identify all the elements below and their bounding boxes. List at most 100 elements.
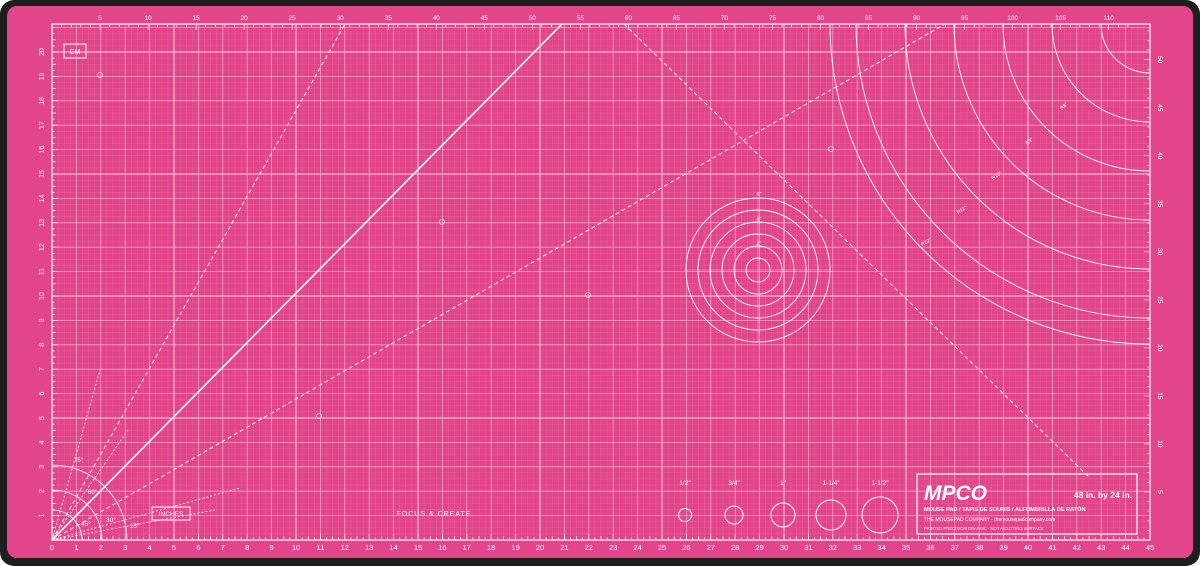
bottom-inch-label: 13 bbox=[365, 543, 373, 552]
bottom-inch-label: 11 bbox=[317, 543, 325, 552]
top-cm-label: 70 bbox=[721, 15, 729, 22]
bottom-inch-label: 30 bbox=[780, 543, 788, 552]
left-inch-label: 18 bbox=[39, 97, 46, 105]
top-cm-label: 20 bbox=[241, 15, 249, 22]
bottom-inch-label: 16 bbox=[438, 543, 446, 552]
bottom-inch-label: 6 bbox=[196, 543, 200, 552]
bottom-inch-label: 37 bbox=[951, 543, 959, 552]
left-inch-label: 19 bbox=[39, 72, 46, 80]
left-inch-label: 12 bbox=[39, 243, 46, 251]
bottom-inch-label: 8 bbox=[245, 543, 249, 552]
size-label-three-quarter: 3/4" bbox=[728, 480, 740, 487]
right-cm-label: 20 bbox=[1156, 344, 1163, 352]
bottom-inch-label: 45 bbox=[1146, 543, 1154, 552]
bottom-inch-label: 38 bbox=[975, 543, 983, 552]
size-label-one-quarter: 1-1/4" bbox=[822, 480, 840, 487]
bottom-inch-label: 9 bbox=[270, 543, 274, 552]
bottom-inch-label: 2 bbox=[99, 543, 103, 552]
top-cm-label: 35 bbox=[385, 15, 393, 22]
grid bbox=[51, 23, 1151, 541]
left-inch-label: 16 bbox=[39, 146, 46, 154]
right-cm-label: 50 bbox=[1156, 56, 1163, 64]
top-cm-label: 100 bbox=[1007, 15, 1018, 22]
bottom-inch-label: 15 bbox=[414, 543, 422, 552]
left-inch-label: 1 bbox=[39, 514, 46, 518]
top-cm-label: 110 bbox=[1104, 15, 1115, 22]
bottom-inch-label: 36 bbox=[926, 543, 934, 552]
top-cm-label: 15 bbox=[192, 15, 200, 22]
top-cm-label: 55 bbox=[577, 15, 585, 22]
left-inch-label: 14 bbox=[39, 194, 46, 202]
angle-label-60: 60° bbox=[88, 490, 98, 496]
cutting-mat-mousepad: 0 1 2 3 4 5 6 7 8 9 10 11 12 13 14 15 16 17 18 19 20 21 22 23 24… bbox=[0, 0, 1200, 566]
top-cm-label: 10 bbox=[144, 15, 152, 22]
bottom-inch-label: 27 bbox=[707, 543, 715, 552]
left-inch-label: 13 bbox=[39, 219, 46, 227]
top-cm-label: 75 bbox=[769, 15, 777, 22]
bottom-inch-label: 4 bbox=[148, 543, 152, 552]
bottom-inch-label: 40 bbox=[1024, 543, 1032, 552]
top-cm-label: 95 bbox=[961, 15, 969, 22]
left-inch-label: 5 bbox=[39, 416, 46, 420]
circle-label-4: 4" bbox=[756, 217, 761, 223]
right-cm-label: 5 bbox=[1156, 490, 1163, 494]
bottom-inch-label: 35 bbox=[902, 543, 910, 552]
bottom-inch-label: 42 bbox=[1073, 543, 1081, 552]
cm-label: CM bbox=[70, 49, 81, 56]
left-inch-label: 9 bbox=[39, 318, 46, 322]
bottom-inch-label: 22 bbox=[585, 543, 593, 552]
top-cm-label: 105 bbox=[1055, 15, 1066, 22]
brand-size: 48 in. by 24 in. bbox=[1074, 490, 1132, 500]
angle-label-15: 15° bbox=[130, 524, 140, 530]
top-cm-label: 5 bbox=[98, 15, 102, 22]
bottom-inch-label: 10 bbox=[292, 543, 300, 552]
bottom-inch-label: 19 bbox=[511, 543, 519, 552]
brand-line-1: MOUSE PAD / TAPIS DE SOURIS / ALFOMBRILL… bbox=[924, 505, 1086, 513]
right-cm-label: 10 bbox=[1156, 440, 1163, 448]
left-inch-label: 20 bbox=[39, 48, 46, 56]
bottom-inch-label: 21 bbox=[560, 543, 568, 552]
inches-label: INCHES bbox=[159, 511, 184, 518]
bottom-inch-label: 1 bbox=[74, 543, 78, 552]
top-cm-label: 40 bbox=[433, 15, 441, 22]
right-cm-label: 25 bbox=[1156, 296, 1163, 304]
left-inch-label: 8 bbox=[39, 343, 46, 347]
left-inch-label: 11 bbox=[39, 268, 46, 275]
bottom-inch-label: 33 bbox=[853, 543, 861, 552]
left-inch-label: 17 bbox=[39, 121, 46, 129]
bottom-inch-label: 34 bbox=[877, 543, 885, 552]
bottom-inch-label: 25 bbox=[658, 543, 666, 552]
bottom-inch-label: 28 bbox=[731, 543, 739, 552]
right-cm-label: 15 bbox=[1156, 392, 1163, 400]
bottom-inch-label: 20 bbox=[536, 543, 544, 552]
bottom-inch-label: 5 bbox=[172, 543, 176, 552]
size-label-one-half: 1-1/2" bbox=[871, 480, 889, 487]
right-cm-label: 40 bbox=[1156, 152, 1163, 160]
left-inch-label: 15 bbox=[39, 170, 46, 178]
circle-label-2: 2" bbox=[756, 241, 761, 247]
brand-line-3: PRINTED PRECISION GRAPHIC · NOT A CUTTIN… bbox=[924, 526, 1044, 531]
bottom-inch-label: 12 bbox=[341, 543, 349, 552]
bottom-inch-label: 0 bbox=[50, 543, 54, 552]
top-cm-label: 45 bbox=[481, 15, 489, 22]
angle-label-30: 30° bbox=[106, 516, 116, 524]
bottom-inch-label: 39 bbox=[999, 543, 1007, 552]
right-cm-label: 35 bbox=[1156, 200, 1163, 208]
top-cm-label: 85 bbox=[865, 15, 873, 22]
right-cm-label: 45 bbox=[1156, 104, 1163, 112]
bottom-inch-label: 44 bbox=[1121, 543, 1129, 552]
bottom-inch-label: 43 bbox=[1097, 543, 1105, 552]
left-inch-label: 3 bbox=[39, 465, 46, 469]
bottom-inch-label: 26 bbox=[682, 543, 690, 552]
size-label-half: 1/2" bbox=[679, 480, 691, 487]
bottom-inch-label: 3 bbox=[123, 543, 127, 552]
tagline: FOCUS & CREATE bbox=[397, 511, 472, 518]
angle-label-75: 75° bbox=[74, 458, 84, 464]
right-cm-label: 30 bbox=[1156, 248, 1163, 256]
left-inch-label: 4 bbox=[39, 440, 46, 444]
left-inch-label: 10 bbox=[39, 292, 46, 300]
top-cm-label: 30 bbox=[337, 15, 345, 22]
top-cm-label: 25 bbox=[289, 15, 297, 22]
bottom-inch-label: 32 bbox=[829, 543, 837, 552]
top-cm-label: 50 bbox=[529, 15, 537, 22]
